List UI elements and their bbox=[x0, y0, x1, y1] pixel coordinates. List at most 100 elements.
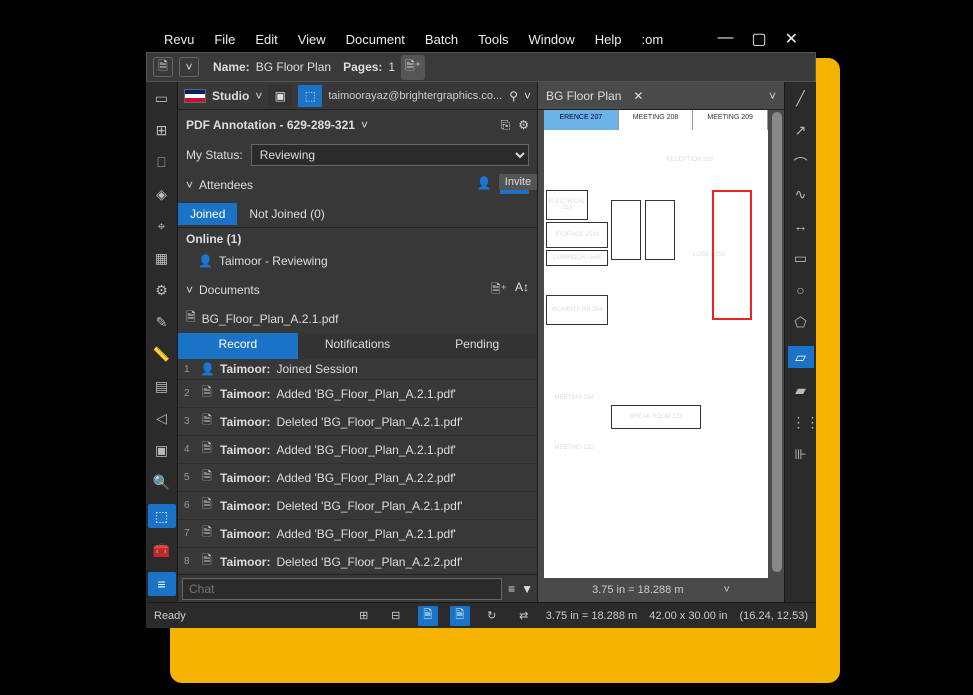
attendee-name: Taimoor - Reviewing bbox=[219, 254, 328, 268]
doc-chevron-icon[interactable]: ˅ bbox=[724, 584, 730, 596]
menu-extra: :om bbox=[642, 32, 664, 47]
add-document-icon[interactable]: 🗎⁺ bbox=[491, 280, 507, 301]
document-viewer: BG Floor Plan ✕ ˅ ERENCE 207 MEETING 208… bbox=[538, 82, 784, 602]
curve-tool-icon[interactable]: ∿ bbox=[792, 186, 810, 204]
settings-icon[interactable]: ⚙ bbox=[152, 280, 172, 300]
menu-revu[interactable]: Revu bbox=[164, 32, 194, 47]
snap-markup-icon[interactable]: 🗎 bbox=[450, 606, 470, 626]
bookmarks-icon[interactable]: ⎕ bbox=[152, 152, 172, 172]
tab-dropdown-icon[interactable]: ˅ bbox=[769, 89, 776, 103]
dimension-tool-icon[interactable]: ↔ bbox=[792, 218, 810, 236]
record-row[interactable]: 7🗎Taimoor:Added 'BG_Floor_Plan_A.2.1.pdf… bbox=[178, 520, 537, 548]
tab-not-joined[interactable]: Not Joined (0) bbox=[237, 203, 336, 225]
studio-icon[interactable]: ⬚ bbox=[148, 504, 176, 528]
grid-icon[interactable]: ⊞ bbox=[152, 120, 172, 140]
thumbnails-icon[interactable]: ▭ bbox=[152, 88, 172, 108]
studio-panel: Studio ˅ ▣ ⬚ taimoorayaz@brightergraphic… bbox=[178, 82, 538, 602]
grid-toggle-icon[interactable]: ⊞ bbox=[354, 606, 374, 626]
layers-icon[interactable]: ◈ bbox=[152, 184, 172, 204]
list-icon[interactable]: ≡ bbox=[148, 572, 176, 596]
project-icon[interactable]: ▣ bbox=[268, 85, 292, 107]
filter-icon[interactable]: ▼ bbox=[521, 582, 533, 596]
tab-joined[interactable]: Joined bbox=[178, 203, 237, 225]
document-tab-title[interactable]: BG Floor Plan bbox=[546, 89, 621, 103]
status-label: My Status: bbox=[186, 148, 243, 162]
rectangle-tool-icon[interactable]: ▭ bbox=[792, 250, 810, 268]
status-scale: 3.75 in = 18.288 m bbox=[546, 610, 637, 622]
tab-notifications[interactable]: Notifications bbox=[298, 333, 418, 359]
reuse-icon[interactable]: ↻ bbox=[482, 606, 502, 626]
record-list-icon[interactable]: ≡ bbox=[508, 582, 515, 596]
session-dropdown-icon[interactable]: ˅ bbox=[361, 118, 368, 132]
record-row[interactable]: 6🗎Taimoor:Deleted 'BG_Floor_Plan_A.2.1.p… bbox=[178, 492, 537, 520]
file-dropdown-icon[interactable]: ˅ bbox=[179, 57, 199, 77]
sort-icon[interactable]: A↕ bbox=[515, 280, 529, 301]
menu-batch[interactable]: Batch bbox=[425, 32, 458, 47]
spaces-icon[interactable]: ▦ bbox=[152, 248, 172, 268]
sets-icon[interactable]: ▣ bbox=[152, 440, 172, 460]
places-icon[interactable]: ⌖ bbox=[152, 216, 172, 236]
toolbox-icon[interactable]: 🧰 bbox=[152, 540, 172, 560]
menu-help[interactable]: Help bbox=[595, 32, 622, 47]
menu-edit[interactable]: Edit bbox=[255, 32, 277, 47]
session-settings-icon[interactable]: ⚙ bbox=[518, 118, 529, 133]
ellipse-tool-icon[interactable]: ○ bbox=[792, 282, 810, 300]
chat-input[interactable] bbox=[182, 578, 502, 600]
file-name-label: Name: bbox=[213, 60, 250, 74]
record-row[interactable]: 2🗎Taimoor:Added 'BG_Floor_Plan_A.2.1.pdf… bbox=[178, 380, 537, 408]
room-storage: STORAGE 253A bbox=[546, 222, 608, 248]
back-icon[interactable]: ◁ bbox=[152, 408, 172, 428]
status-coords: (16.24, 12.53) bbox=[740, 610, 809, 622]
follow-icon[interactable]: 👤 bbox=[477, 176, 492, 194]
session-icon[interactable]: ⬚ bbox=[298, 85, 322, 107]
record-row[interactable]: 5🗎Taimoor:Added 'BG_Floor_Plan_A.2.2.pdf… bbox=[178, 464, 537, 492]
snap-content-icon[interactable]: 🗎 bbox=[418, 606, 438, 626]
sync-icon[interactable]: ⇄ bbox=[514, 606, 534, 626]
room-meeting-208: MEETING 208 bbox=[619, 110, 694, 130]
new-page-icon[interactable]: 🗎⁺ bbox=[401, 55, 425, 80]
search-icon[interactable]: 🔍 bbox=[152, 472, 172, 492]
menu-bar: Revu File Edit View Document Batch Tools… bbox=[146, 26, 816, 52]
arrow-tool-icon[interactable]: ↗ bbox=[792, 122, 810, 140]
scrollbar[interactable] bbox=[772, 112, 782, 572]
menu-file[interactable]: File bbox=[214, 32, 235, 47]
studio-chevron-icon[interactable]: ˅ bbox=[524, 89, 531, 103]
line-tool-icon[interactable]: ╱ bbox=[792, 90, 810, 108]
menu-window[interactable]: Window bbox=[529, 32, 575, 47]
menu-tools[interactable]: Tools bbox=[478, 32, 508, 47]
record-row[interactable]: 4🗎Taimoor:Added 'BG_Floor_Plan_A.2.1.pdf… bbox=[178, 436, 537, 464]
leave-session-icon[interactable]: ⎘ bbox=[501, 118, 511, 133]
polyline-tool-icon[interactable]: ▱ bbox=[788, 346, 814, 368]
connection-icon[interactable]: ⚲ bbox=[509, 89, 518, 103]
polygon-tool-icon[interactable]: ⬠ bbox=[792, 314, 810, 332]
attendees-chevron-icon[interactable]: ˅ bbox=[186, 178, 193, 192]
floor-plan-canvas[interactable]: ERENCE 207 MEETING 208 MEETING 209 RECEP… bbox=[544, 110, 768, 578]
close-icon[interactable]: ✕ bbox=[785, 29, 798, 49]
forms-icon[interactable]: ▤ bbox=[152, 376, 172, 396]
minimize-icon[interactable]: — bbox=[717, 29, 733, 49]
arc-tool-icon[interactable]: ⌒ bbox=[792, 154, 810, 172]
room-meeting-234: MEETING 234 bbox=[554, 390, 594, 406]
snap-toggle-icon[interactable]: ⊟ bbox=[386, 606, 406, 626]
documents-chevron-icon[interactable]: ˅ bbox=[186, 283, 193, 297]
record-row[interactable]: 3🗎Taimoor:Deleted 'BG_Floor_Plan_A.2.1.p… bbox=[178, 408, 537, 436]
measurements-icon[interactable]: 📏 bbox=[152, 344, 172, 364]
status-select[interactable]: Reviewing bbox=[251, 144, 529, 166]
count-tool-icon[interactable]: ⊪ bbox=[792, 446, 810, 464]
tab-record[interactable]: Record bbox=[178, 333, 298, 359]
document-item[interactable]: 🗎 BG_Floor_Plan_A.2.1.pdf bbox=[178, 304, 537, 333]
menu-document[interactable]: Document bbox=[346, 32, 405, 47]
studio-dropdown-icon[interactable]: ˅ bbox=[255, 89, 262, 103]
user-email: taimoorayaz@brightergraphics.co... bbox=[328, 90, 503, 102]
cloud-poly-tool-icon[interactable]: ▰ bbox=[792, 382, 810, 400]
maximize-icon[interactable]: ▢ bbox=[751, 29, 766, 49]
close-tab-icon[interactable]: ✕ bbox=[633, 89, 643, 103]
attendee-row[interactable]: 👤 Taimoor - Reviewing bbox=[178, 250, 537, 276]
signatures-icon[interactable]: ✎ bbox=[152, 312, 172, 332]
markup-tool-icon[interactable]: ⋮⋮ bbox=[792, 414, 810, 432]
file-new-icon[interactable]: 🗎 bbox=[153, 57, 173, 77]
record-row[interactable]: 1👤Taimoor:Joined Session bbox=[178, 359, 537, 380]
record-row[interactable]: 8🗎Taimoor:Deleted 'BG_Floor_Plan_A.2.2.p… bbox=[178, 548, 537, 574]
tab-pending[interactable]: Pending bbox=[417, 333, 537, 359]
menu-view[interactable]: View bbox=[298, 32, 326, 47]
